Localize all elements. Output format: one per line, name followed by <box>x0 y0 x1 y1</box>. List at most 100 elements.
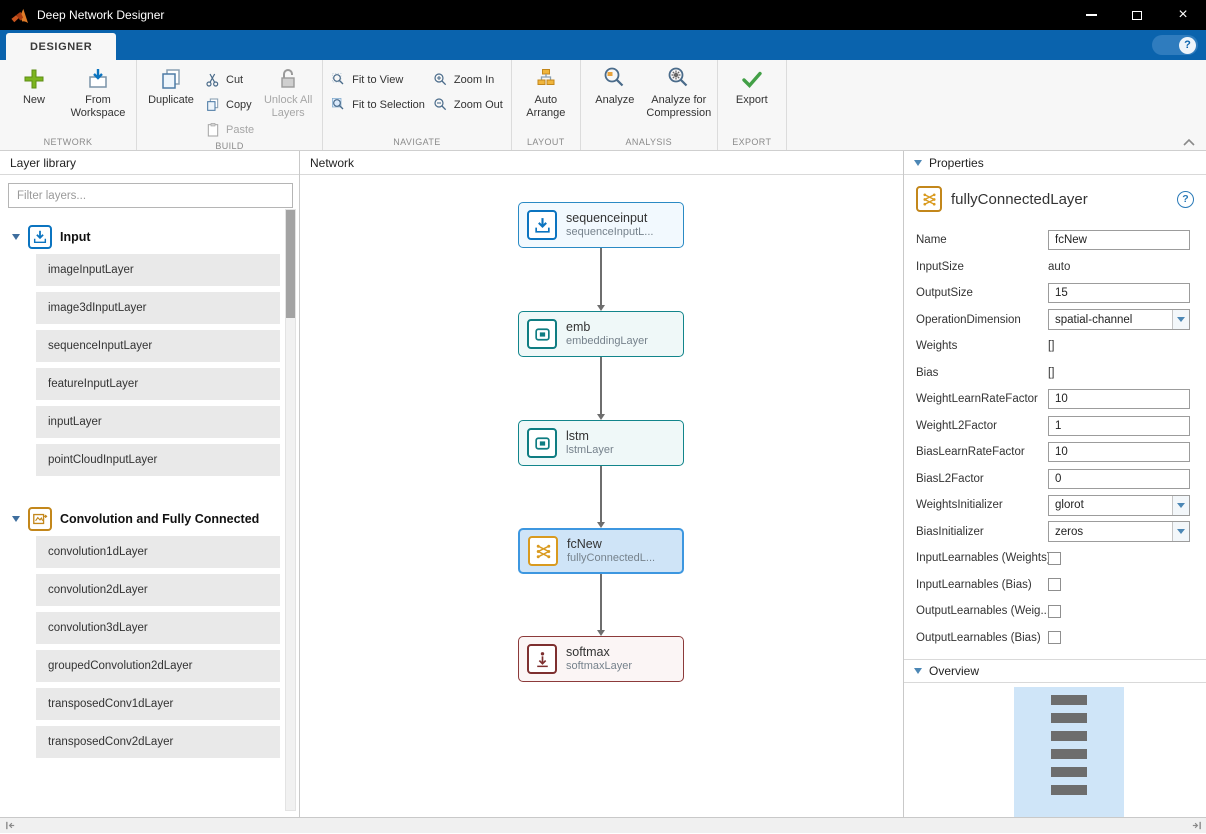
auto-arrange-button[interactable]: Auto Arrange <box>517 63 575 127</box>
property-row-name: Name <box>916 227 1206 254</box>
library-section-convolution[interactable]: Convolution and Fully Connected <box>12 502 299 536</box>
list-item-convolution1dlayer[interactable]: convolution1dLayer <box>36 536 280 568</box>
unlock-all-layers-button[interactable]: Unlock All Layers <box>259 63 317 127</box>
outputlearnables-bias-checkbox[interactable] <box>1048 631 1061 644</box>
outputlearnables-weights-checkbox[interactable] <box>1048 605 1061 618</box>
property-row-outputsize: OutputSize <box>916 280 1206 307</box>
minimap-node-bar <box>1051 695 1087 705</box>
analyze-for-compression-button[interactable]: Analyze for Compression <box>646 63 712 127</box>
property-row-inputsize: InputSize auto <box>916 254 1206 281</box>
network-canvas[interactable]: sequenceinput sequenceInputL... emb embe… <box>300 175 903 817</box>
chevron-down-icon[interactable] <box>1172 310 1189 329</box>
weightsinitializer-dropdown[interactable]: glorot <box>1048 495 1190 516</box>
fit-to-view-button[interactable]: Fit to View <box>328 71 428 89</box>
property-row-outputlearnables-bias: OutputLearnables (Bias) <box>916 625 1206 652</box>
collapse-ribbon-icon[interactable] <box>1182 134 1196 144</box>
chevron-down-icon[interactable] <box>1172 496 1189 515</box>
copy-icon <box>205 97 221 113</box>
overview-title: Overview <box>929 664 979 678</box>
inputlearnables-bias-checkbox[interactable] <box>1048 578 1061 591</box>
collapse-properties-icon[interactable] <box>914 160 922 166</box>
list-item-transposedconv2dlayer[interactable]: transposedConv2dLayer <box>36 726 280 758</box>
weightl2factor-field[interactable] <box>1048 416 1190 436</box>
maximize-icon <box>1132 11 1142 20</box>
property-row-weights: Weights [] <box>916 333 1206 360</box>
unlock-all-layers-label: Unlock All Layers <box>261 94 315 120</box>
biasl2factor-field[interactable] <box>1048 469 1190 489</box>
network-title: Network <box>310 156 354 170</box>
list-item-image3dinputlayer[interactable]: image3dInputLayer <box>36 292 280 324</box>
main-area: Layer library Input imageInputLayer imag… <box>0 151 1206 817</box>
node-type: lstmLayer <box>566 444 614 457</box>
name-field[interactable] <box>1048 230 1190 250</box>
convolution-section-title: Convolution and Fully Connected <box>60 512 259 526</box>
unlock-icon <box>276 67 300 91</box>
paste-button[interactable]: Paste <box>202 121 257 139</box>
close-button[interactable]: × <box>1160 0 1206 30</box>
biasinitializer-dropdown[interactable]: zeros <box>1048 521 1190 542</box>
minimap-viewport[interactable] <box>1014 687 1124 817</box>
library-scrollbar[interactable] <box>285 209 296 811</box>
node-sequenceinput[interactable]: sequenceinput sequenceInputL... <box>518 202 684 248</box>
overview-minimap[interactable] <box>904 683 1206 817</box>
cut-button[interactable]: Cut <box>202 71 257 89</box>
edge-arrow <box>600 357 602 414</box>
node-name: softmax <box>566 645 632 661</box>
list-item-pointcloudinputlayer[interactable]: pointCloudInputLayer <box>36 444 280 476</box>
copy-button[interactable]: Copy <box>202 96 257 114</box>
maximize-button[interactable] <box>1114 0 1160 30</box>
overview-header: Overview <box>904 659 1206 683</box>
tab-designer[interactable]: DESIGNER <box>6 33 116 60</box>
zoom-out-button[interactable]: Zoom Out <box>430 96 506 114</box>
collapse-overview-icon[interactable] <box>914 668 922 674</box>
chevron-down-icon[interactable] <box>1172 522 1189 541</box>
list-item-featureinputlayer[interactable]: featureInputLayer <box>36 368 280 400</box>
zoom-in-button[interactable]: Zoom In <box>430 71 506 89</box>
layer-title-row: fullyConnectedLayer ? <box>904 175 1206 223</box>
properties-title: Properties <box>929 156 984 170</box>
list-item-imageinputlayer[interactable]: imageInputLayer <box>36 254 280 286</box>
list-item-convolution2dlayer[interactable]: convolution2dLayer <box>36 574 280 606</box>
list-item-inputlayer[interactable]: inputLayer <box>36 406 280 438</box>
analyze-icon <box>603 67 627 91</box>
new-button[interactable]: New <box>5 63 63 127</box>
from-workspace-button[interactable]: From Workspace <box>65 63 131 127</box>
dock-right-icon[interactable] <box>1190 820 1202 832</box>
minimize-button[interactable] <box>1068 0 1114 30</box>
layer-help-button[interactable]: ? <box>1177 191 1194 208</box>
duplicate-button[interactable]: Duplicate <box>142 63 200 127</box>
node-fcnew-selected[interactable]: fcNew fullyConnectedL... <box>518 528 684 574</box>
weightsinitializer-value: glorot <box>1049 499 1172 511</box>
weightlearnratefactor-field[interactable] <box>1048 389 1190 409</box>
list-item-sequenceinputlayer[interactable]: sequenceInputLayer <box>36 330 280 362</box>
operationdimension-dropdown[interactable]: spatial-channel <box>1048 309 1190 330</box>
inputlearnables-weights-checkbox[interactable] <box>1048 552 1061 565</box>
property-label: InputSize <box>916 261 1048 273</box>
node-type: softmaxLayer <box>566 660 632 673</box>
node-softmax[interactable]: softmax softmaxLayer <box>518 636 684 682</box>
filter-layers-input[interactable] <box>8 183 293 208</box>
help-pill[interactable]: ? <box>1152 35 1198 55</box>
help-icon[interactable]: ? <box>1179 37 1196 54</box>
property-label: Name <box>916 234 1048 246</box>
weights-value: [] <box>1048 340 1054 352</box>
fit-to-view-icon <box>331 72 347 88</box>
property-row-weightsinitializer: WeightsInitializer glorot <box>916 492 1206 519</box>
library-scrollbar-thumb[interactable] <box>286 210 295 318</box>
new-plus-icon <box>22 67 46 91</box>
node-lstm[interactable]: lstm lstmLayer <box>518 420 684 466</box>
outputsize-field[interactable] <box>1048 283 1190 303</box>
node-emb[interactable]: emb embeddingLayer <box>518 311 684 357</box>
export-button[interactable]: Export <box>723 63 781 127</box>
dock-left-icon[interactable] <box>4 820 16 832</box>
library-section-input[interactable]: Input <box>12 220 299 254</box>
analyze-button[interactable]: Analyze <box>586 63 644 127</box>
list-item-groupedconvolution2dlayer[interactable]: groupedConvolution2dLayer <box>36 650 280 682</box>
section-label-network: NETWORK <box>5 135 131 149</box>
list-item-transposedconv1dlayer[interactable]: transposedConv1dLayer <box>36 688 280 720</box>
biaslearnratefactor-field[interactable] <box>1048 442 1190 462</box>
toolbar-section-layout: Auto Arrange LAYOUT <box>512 60 581 150</box>
fit-to-selection-button[interactable]: Fit to Selection <box>328 96 428 114</box>
list-item-convolution3dlayer[interactable]: convolution3dLayer <box>36 612 280 644</box>
node-type: fullyConnectedL... <box>567 552 655 565</box>
